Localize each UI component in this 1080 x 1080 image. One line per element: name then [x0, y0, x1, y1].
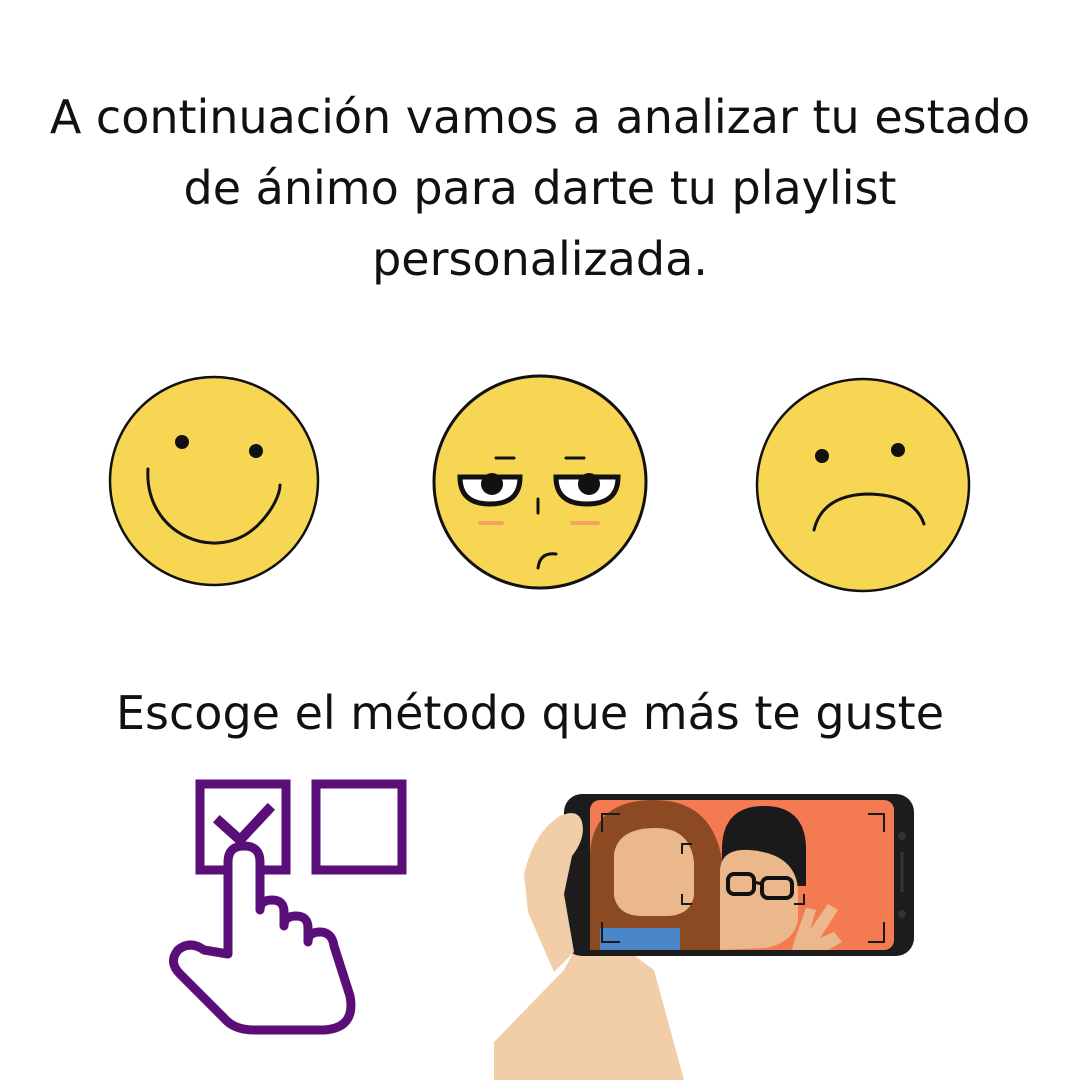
- mood-faces: [0, 368, 1080, 598]
- sad-face-icon: [755, 377, 971, 593]
- method-prompt: Escoge el método que más te guste: [115, 686, 945, 740]
- checkbox-hand-icon: [169, 779, 407, 1035]
- happy-face-icon: [108, 375, 320, 587]
- phone-selfie-icon: [494, 794, 914, 1080]
- intro-text: A continuación vamos a analizar tu estad…: [49, 90, 1031, 286]
- unimpressed-face-icon: [432, 374, 648, 590]
- camera-method-option[interactable]: [494, 792, 918, 1080]
- checkbox-method-option[interactable]: [164, 778, 410, 1040]
